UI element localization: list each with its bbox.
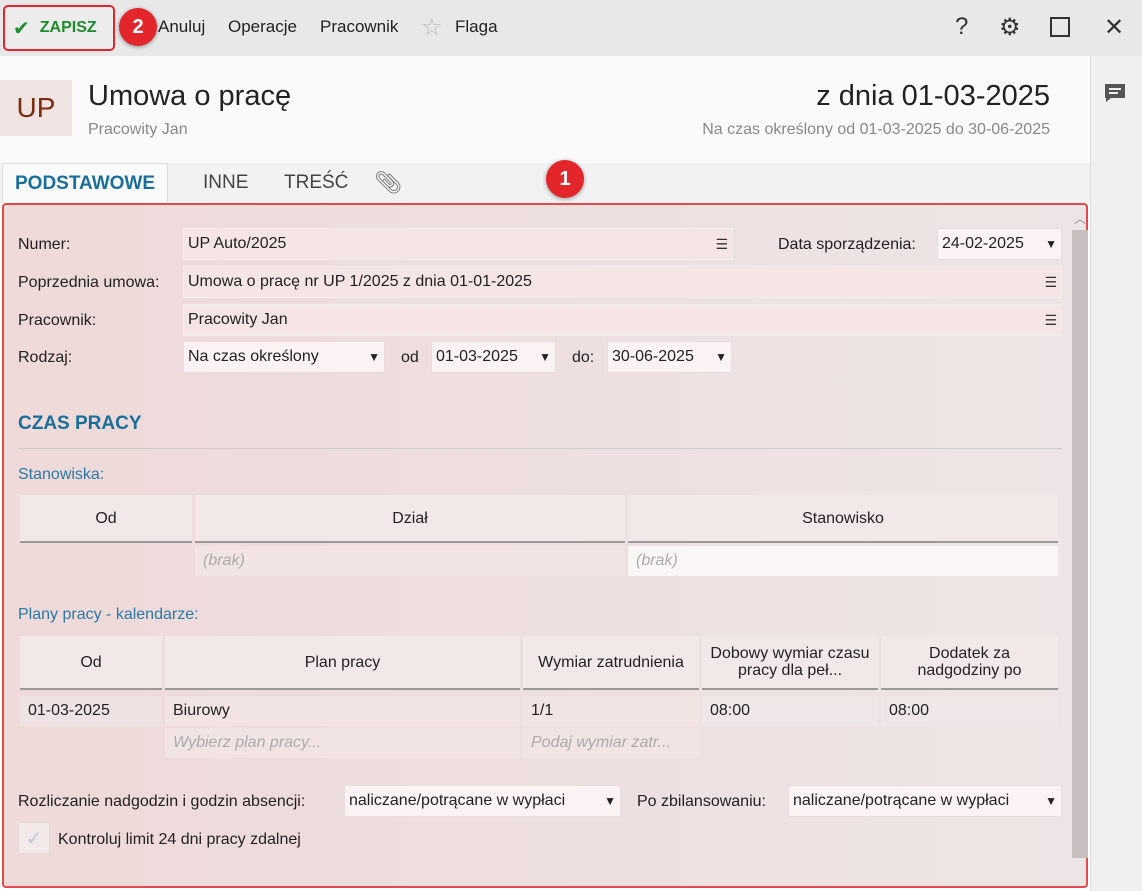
plany-pracy-label: Plany pracy - kalendarze: <box>18 606 199 623</box>
column-header-od[interactable]: Od <box>20 495 192 543</box>
column-header-plan-pracy[interactable]: Plan pracy <box>165 636 520 690</box>
column-header-od[interactable]: Od <box>20 636 162 690</box>
stanowiska-label: Stanowiska: <box>18 466 105 483</box>
do-date-picker[interactable]: 30-06-2025 ▼ <box>607 341 732 373</box>
table-cell-dodatek[interactable]: 08:00 <box>881 696 1058 726</box>
poprzednia-label: Poprzednia umowa: <box>18 274 160 291</box>
data-label: Data sporządzenia: <box>778 236 916 253</box>
right-sidebar <box>1090 56 1142 891</box>
document-date: z dnia 01-03-2025 <box>816 80 1050 112</box>
rozliczanie-select[interactable]: naliczane/potrącane w wypłaci ▼ <box>344 785 621 817</box>
po-zbilansowaniu-value: naliczane/potrącane w wypłaci <box>793 792 1010 809</box>
do-label: do: <box>572 349 595 366</box>
od-value: 01-03-2025 <box>436 348 518 365</box>
annotation-badge-2: 2 <box>119 8 157 46</box>
section-title-czas-pracy: CZAS PRACY <box>18 413 142 434</box>
toolbar: ✔ ZAPISZ 2 Anuluj Operacje Pracownik ☆ Fl… <box>0 0 1142 56</box>
rodzaj-select[interactable]: Na czas określony ▼ <box>183 341 385 373</box>
chevron-down-icon: ▼ <box>539 350 551 364</box>
menu-icon[interactable]: ☰ <box>715 236 728 253</box>
chevron-down-icon: ▼ <box>1045 794 1057 808</box>
tab-bar: PODSTAWOWE INNE TREŚĆ 📎︎ 1 <box>0 160 1090 203</box>
column-header-stanowisko[interactable]: Stanowisko <box>628 495 1058 543</box>
table-cell-dobowy[interactable]: 08:00 <box>702 696 878 726</box>
poprzednia-value: Umowa o pracę nr UP 1/2025 z dnia 01-01-… <box>188 273 532 290</box>
help-icon[interactable]: ? <box>955 13 968 41</box>
pracownik-field[interactable]: Pracowity Jan ☰ <box>183 304 1062 336</box>
operations-menu[interactable]: Operacje <box>228 17 297 37</box>
tab-podstawowe[interactable]: PODSTAWOWE <box>2 163 169 203</box>
dzial-empty-cell[interactable]: (brak) <box>195 546 625 576</box>
avatar: UP <box>0 80 72 136</box>
annotation-badge-1: 1 <box>546 160 584 198</box>
divider <box>18 448 1062 449</box>
save-button[interactable]: ✔ ZAPISZ <box>3 5 115 51</box>
data-sporzadzenia-picker[interactable]: 24-02-2025 ▼ <box>937 228 1062 260</box>
save-label: ZAPISZ <box>39 19 97 36</box>
employee-menu[interactable]: Pracownik <box>320 17 398 37</box>
page-title: Umowa o pracę <box>88 80 292 112</box>
column-header-wymiar[interactable]: Wymiar zatrudnienia <box>523 636 699 690</box>
po-zbilansowaniu-select[interactable]: naliczane/potrącane w wypłaci ▼ <box>788 785 1062 817</box>
plan-pracy-input[interactable]: Wybierz plan pracy... <box>165 728 520 758</box>
numer-field[interactable]: UP Auto/2025 ☰ <box>183 228 733 260</box>
table-cell-wymiar[interactable]: 1/1 <box>523 696 699 726</box>
tab-inne[interactable]: INNE <box>191 163 260 203</box>
comment-icon[interactable] <box>1103 82 1127 104</box>
stanowisko-empty-cell[interactable]: (brak) <box>628 546 1058 576</box>
column-header-dodatek[interactable]: Dodatek za nadgodziny po <box>881 636 1058 690</box>
po-zbilansowaniu-label: Po zbilansowaniu: <box>637 793 766 810</box>
column-header-dobowy-wymiar[interactable]: Dobowy wymiar czasu pracy dla peł... <box>702 636 878 690</box>
numer-value: UP Auto/2025 <box>188 235 287 252</box>
rodzaj-label: Rodzaj: <box>18 349 73 366</box>
menu-icon[interactable]: ☰ <box>1044 274 1057 291</box>
scroll-up-icon[interactable]: ︿ <box>1074 210 1086 227</box>
limit-checkbox[interactable]: ✓ <box>18 822 50 854</box>
paperclip-icon[interactable]: 📎︎ <box>362 163 414 203</box>
cancel-button[interactable]: Anuluj <box>158 17 205 37</box>
data-value: 24-02-2025 <box>942 235 1024 252</box>
menu-icon[interactable]: ☰ <box>1044 312 1057 329</box>
chevron-down-icon: ▼ <box>715 350 727 364</box>
column-header-dzial[interactable]: Dział <box>195 495 625 543</box>
tab-tresc[interactable]: TREŚĆ <box>272 163 360 203</box>
gear-icon[interactable]: ⚙ <box>999 13 1021 42</box>
close-icon[interactable]: ✕ <box>1104 13 1124 42</box>
limit-label: Kontroluj limit 24 dni pracy zdalnej <box>58 831 301 848</box>
numer-label: Numer: <box>18 236 71 253</box>
maximize-icon[interactable] <box>1050 17 1070 37</box>
od-date-picker[interactable]: 01-03-2025 ▼ <box>431 341 556 373</box>
od-label: od <box>401 349 419 366</box>
rozliczanie-label: Rozliczanie nadgodzin i godzin absencji: <box>18 793 306 810</box>
scrollbar[interactable] <box>1072 230 1088 858</box>
poprzednia-umowa-field[interactable]: Umowa o pracę nr UP 1/2025 z dnia 01-01-… <box>183 266 1062 298</box>
table-cell-plan[interactable]: Biurowy <box>165 696 520 726</box>
star-icon[interactable]: ☆ <box>421 13 443 42</box>
chevron-down-icon: ▼ <box>368 350 380 364</box>
flag-button[interactable]: Flaga <box>455 17 498 37</box>
page-subtitle: Pracowity Jan <box>88 121 188 138</box>
wymiar-input[interactable]: Podaj wymiar zatr... <box>523 728 699 758</box>
table-cell-od[interactable]: 01-03-2025 <box>20 696 162 726</box>
rodzaj-value: Na czas określony <box>188 348 319 365</box>
do-value: 30-06-2025 <box>612 348 694 365</box>
pracownik-value: Pracowity Jan <box>188 311 288 328</box>
check-icon: ✔ <box>13 17 30 40</box>
rozliczanie-value: naliczane/potrącane w wypłaci <box>349 792 566 809</box>
contract-period: Na czas określony od 01-03-2025 do 30-06… <box>702 121 1050 138</box>
pracownik-label: Pracownik: <box>18 312 97 329</box>
chevron-down-icon: ▼ <box>604 794 616 808</box>
chevron-down-icon: ▼ <box>1045 237 1057 251</box>
